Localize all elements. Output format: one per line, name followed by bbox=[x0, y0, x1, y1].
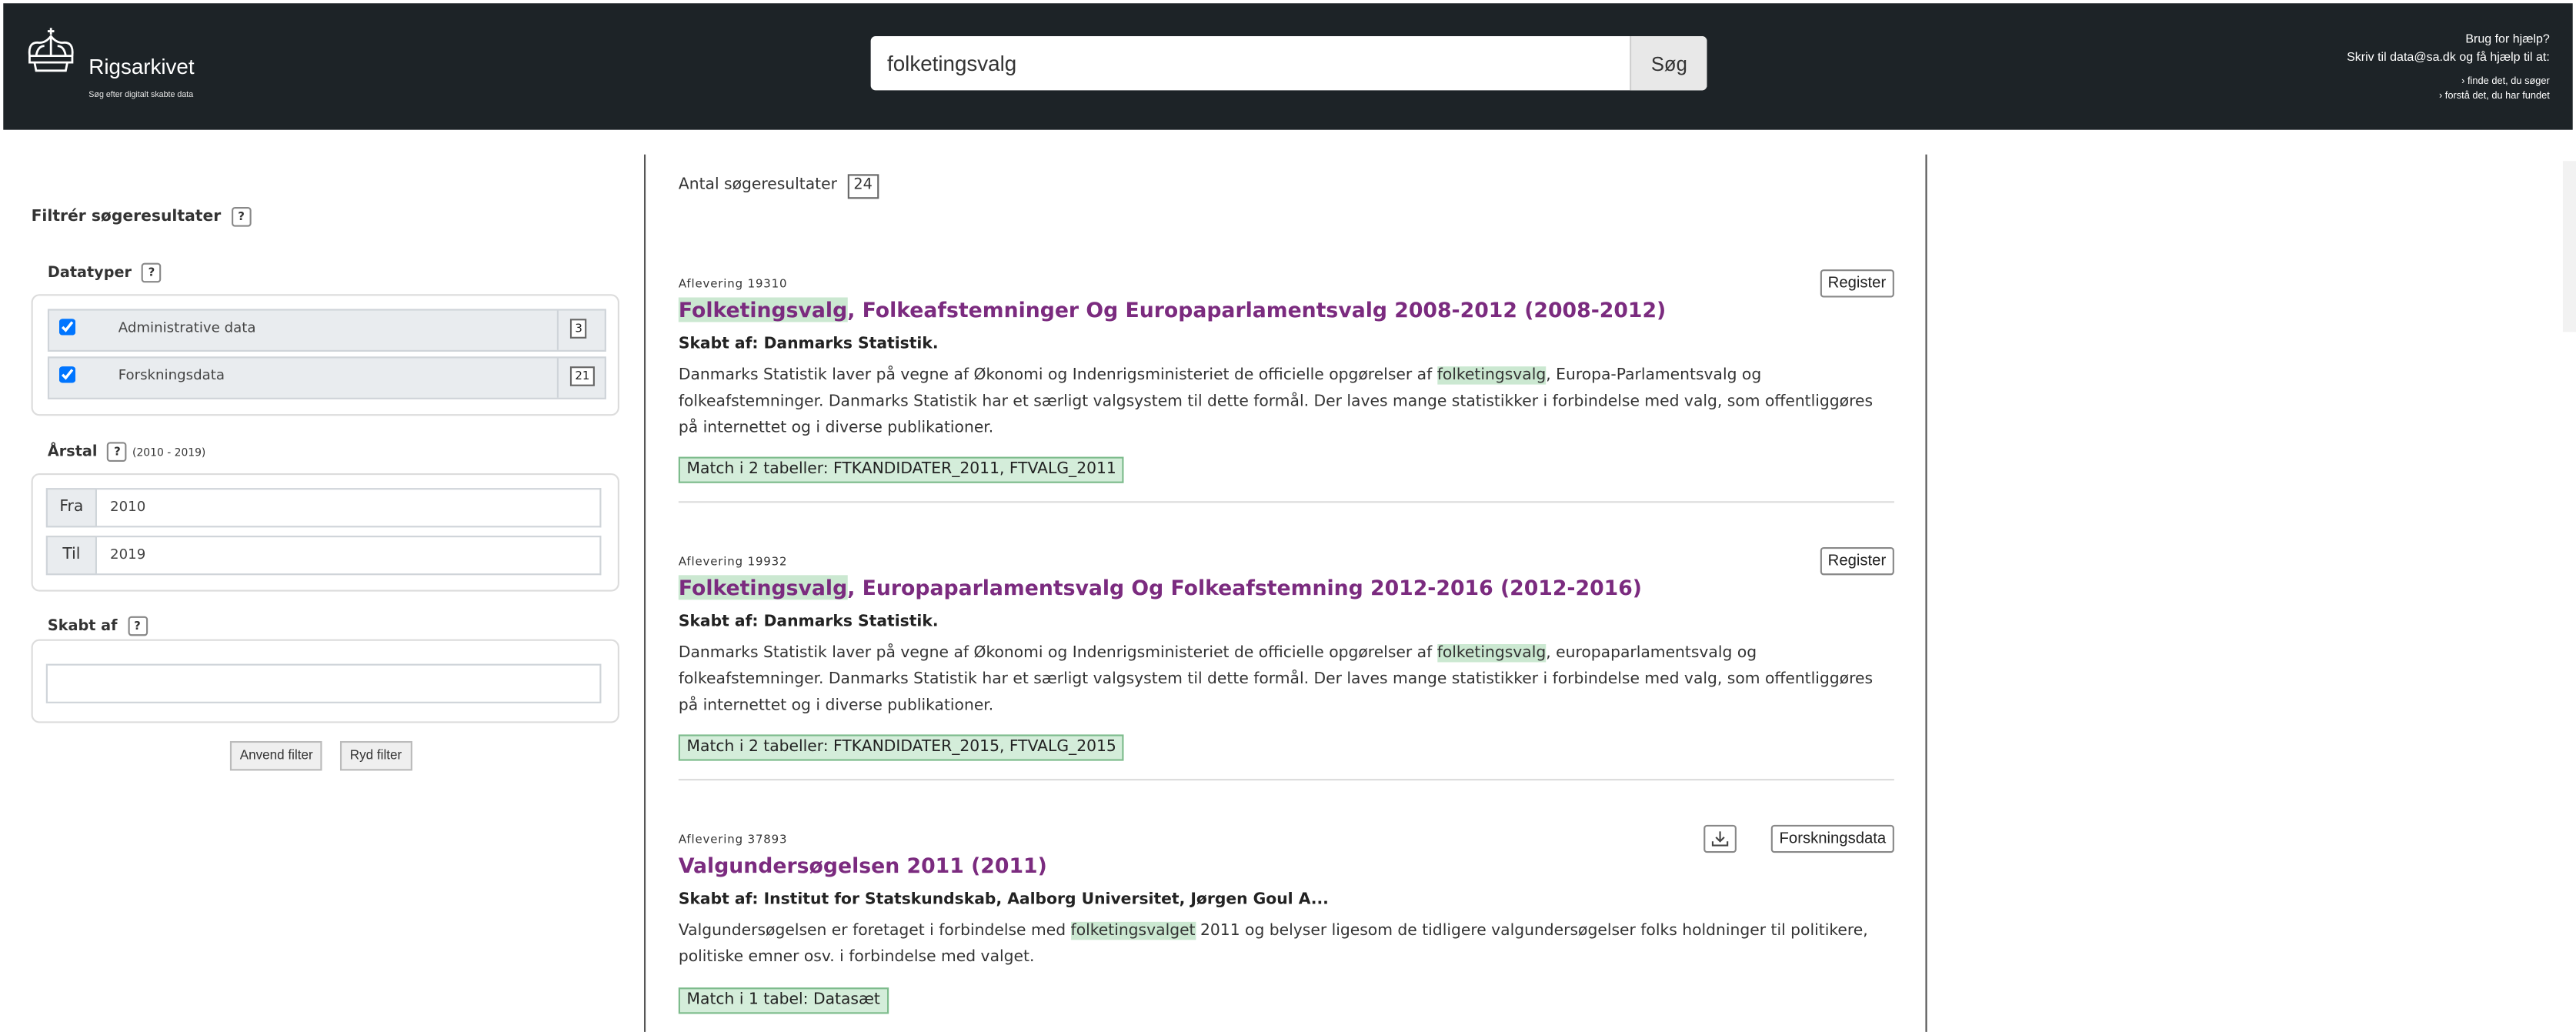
datatype-option-administrative[interactable]: Administrative data 3 bbox=[47, 309, 606, 352]
match-badge: Match i 2 tabeller: FTKANDIDATER_2015, F… bbox=[678, 734, 1125, 761]
year-to-label: Til bbox=[45, 536, 97, 576]
title-text[interactable]: Valgundersøgelsen 2011 (2011) bbox=[679, 853, 1047, 877]
logo-name[interactable]: Rigsarkivet bbox=[88, 54, 194, 78]
filter-help-button[interactable]: ? bbox=[231, 207, 252, 227]
divider-left bbox=[643, 154, 646, 1032]
help-link-find[interactable]: › finde det, du søger bbox=[2347, 75, 2550, 90]
search-input[interactable] bbox=[870, 35, 1630, 91]
desc-text: Valgundersøgelsen er foretaget i forbind… bbox=[678, 921, 1071, 940]
year-to-input[interactable] bbox=[96, 536, 602, 576]
result-creator: Skabt af: Danmarks Statistik. bbox=[678, 613, 939, 631]
desc-text: Danmarks Statistik laver på vegne af Øko… bbox=[678, 643, 1437, 663]
result-count-label: Antal søgeresultater bbox=[678, 175, 837, 194]
desc-highlight: folketingsvalg bbox=[1436, 366, 1547, 385]
result-id: Aflevering 37893 bbox=[678, 833, 788, 847]
datatypes-panel: Administrative data 3 Forskningsdata 21 bbox=[31, 294, 619, 416]
result-title[interactable]: Folketingsvalg, Europaparlamentsvalg Og … bbox=[678, 575, 1642, 600]
year-help-button[interactable]: ? bbox=[107, 442, 128, 462]
year-from-row: Fra bbox=[45, 488, 602, 528]
help-title: Brug for hjælp? bbox=[2465, 31, 2550, 46]
datatype-checkbox-forskningsdata[interactable] bbox=[58, 366, 76, 383]
logo-tagline: Søg efter digitalt skabte data bbox=[88, 90, 194, 101]
title-text[interactable]: , Folkeafstemninger Og Europaparlamentsv… bbox=[847, 297, 1666, 322]
year-label: Årstal bbox=[47, 444, 98, 461]
datatypes-help-button[interactable]: ? bbox=[142, 262, 162, 283]
title-text[interactable]: , Europaparlamentsvalg Og Folkeafstemnin… bbox=[847, 575, 1642, 599]
year-to-row: Til bbox=[45, 536, 602, 576]
search-bar: Søg bbox=[870, 35, 1707, 91]
desc-highlight: folketingsvalg bbox=[1436, 643, 1547, 663]
creator-label: Skabt af bbox=[47, 618, 118, 636]
result-creator: Skabt af: Institut for Statskundskab, Aa… bbox=[678, 890, 1329, 909]
datatypes-heading: Datatyper ? bbox=[47, 262, 162, 283]
datatype-option-forskningsdata[interactable]: Forskningsdata 21 bbox=[47, 356, 606, 399]
page: Rigsarkivet Søg efter digitalt skabte da… bbox=[0, 0, 2576, 1032]
crown-logo-icon[interactable] bbox=[23, 26, 79, 75]
search-button[interactable]: Søg bbox=[1630, 35, 1707, 91]
scroll-edge bbox=[2562, 161, 2576, 332]
help-email-link[interactable]: data@sa.dk bbox=[2390, 49, 2456, 64]
clear-filter-button[interactable]: Ryd filter bbox=[339, 740, 412, 771]
creator-input[interactable] bbox=[45, 663, 602, 703]
title-highlight[interactable]: Folketingsvalg bbox=[678, 575, 848, 600]
datatype-label: Forskningsdata bbox=[118, 368, 225, 385]
creator-panel bbox=[31, 639, 619, 723]
datatype-count: 3 bbox=[569, 319, 588, 339]
result-separator bbox=[678, 501, 1894, 503]
help-box: Brug for hjælp? Skriv til data@sa.dk og … bbox=[2347, 29, 2550, 105]
year-from-label: Fra bbox=[45, 488, 97, 528]
filter-heading: Filtrér søgeresultater ? bbox=[32, 207, 252, 227]
filter-heading-text: Filtrér søgeresultater bbox=[31, 208, 222, 226]
result-description: Danmarks Statistik laver på vegne af Øko… bbox=[679, 363, 1886, 442]
help-line-prefix: Skriv til bbox=[2347, 49, 2387, 65]
register-button[interactable]: Register bbox=[1820, 269, 1894, 298]
result-title[interactable]: Valgundersøgelsen 2011 (2011) bbox=[679, 853, 1047, 877]
datatypes-label: Datatyper bbox=[47, 265, 132, 282]
year-panel: Fra Til bbox=[31, 473, 619, 592]
result-description: Danmarks Statistik laver på vegne af Øko… bbox=[679, 641, 1886, 720]
desc-text: Danmarks Statistik laver på vegne af Øko… bbox=[678, 366, 1437, 385]
creator-help-button[interactable]: ? bbox=[127, 616, 148, 636]
help-line-suffix: og få hjælp til at: bbox=[2459, 49, 2550, 65]
download-icon bbox=[1711, 831, 1729, 847]
result-count: Antal søgeresultater 24 bbox=[679, 174, 879, 199]
result-creator: Skabt af: Danmarks Statistik. bbox=[678, 335, 939, 354]
result-id: Aflevering 19310 bbox=[678, 277, 788, 291]
result-description: Valgundersøgelsen er foretaget i forbind… bbox=[679, 919, 1886, 971]
forskningsdata-button[interactable]: Forskningsdata bbox=[1770, 824, 1894, 853]
year-heading: Årstal ? (2010 - 2019) bbox=[48, 442, 205, 462]
title-highlight[interactable]: Folketingsvalg bbox=[678, 297, 848, 322]
result-count-badge: 24 bbox=[846, 174, 879, 199]
year-from-input[interactable] bbox=[96, 488, 602, 528]
match-badge: Match i 1 tabel: Datasæt bbox=[678, 987, 889, 1014]
download-button[interactable] bbox=[1703, 824, 1737, 853]
datatype-label: Administrative data bbox=[118, 320, 256, 337]
datatype-checkbox-administrative[interactable] bbox=[58, 319, 76, 336]
datatype-count: 21 bbox=[569, 366, 595, 386]
result-separator bbox=[678, 779, 1894, 781]
register-button[interactable]: Register bbox=[1820, 547, 1894, 576]
result-id: Aflevering 19932 bbox=[678, 555, 788, 569]
result-title[interactable]: Folketingsvalg, Folkeafstemninger Og Eur… bbox=[678, 297, 1666, 322]
apply-filter-button[interactable]: Anvend filter bbox=[229, 740, 323, 771]
desc-highlight: folketingsvalget bbox=[1070, 921, 1196, 940]
divider-right bbox=[1925, 154, 1927, 1032]
year-range: (2010 - 2019) bbox=[132, 446, 206, 459]
help-link-understand[interactable]: › forstå det, du har fundet bbox=[2347, 90, 2550, 105]
top-header: Rigsarkivet Søg efter digitalt skabte da… bbox=[3, 3, 2573, 130]
creator-heading: Skabt af ? bbox=[47, 616, 148, 636]
match-badge: Match i 2 tabeller: FTKANDIDATER_2011, F… bbox=[678, 456, 1125, 483]
